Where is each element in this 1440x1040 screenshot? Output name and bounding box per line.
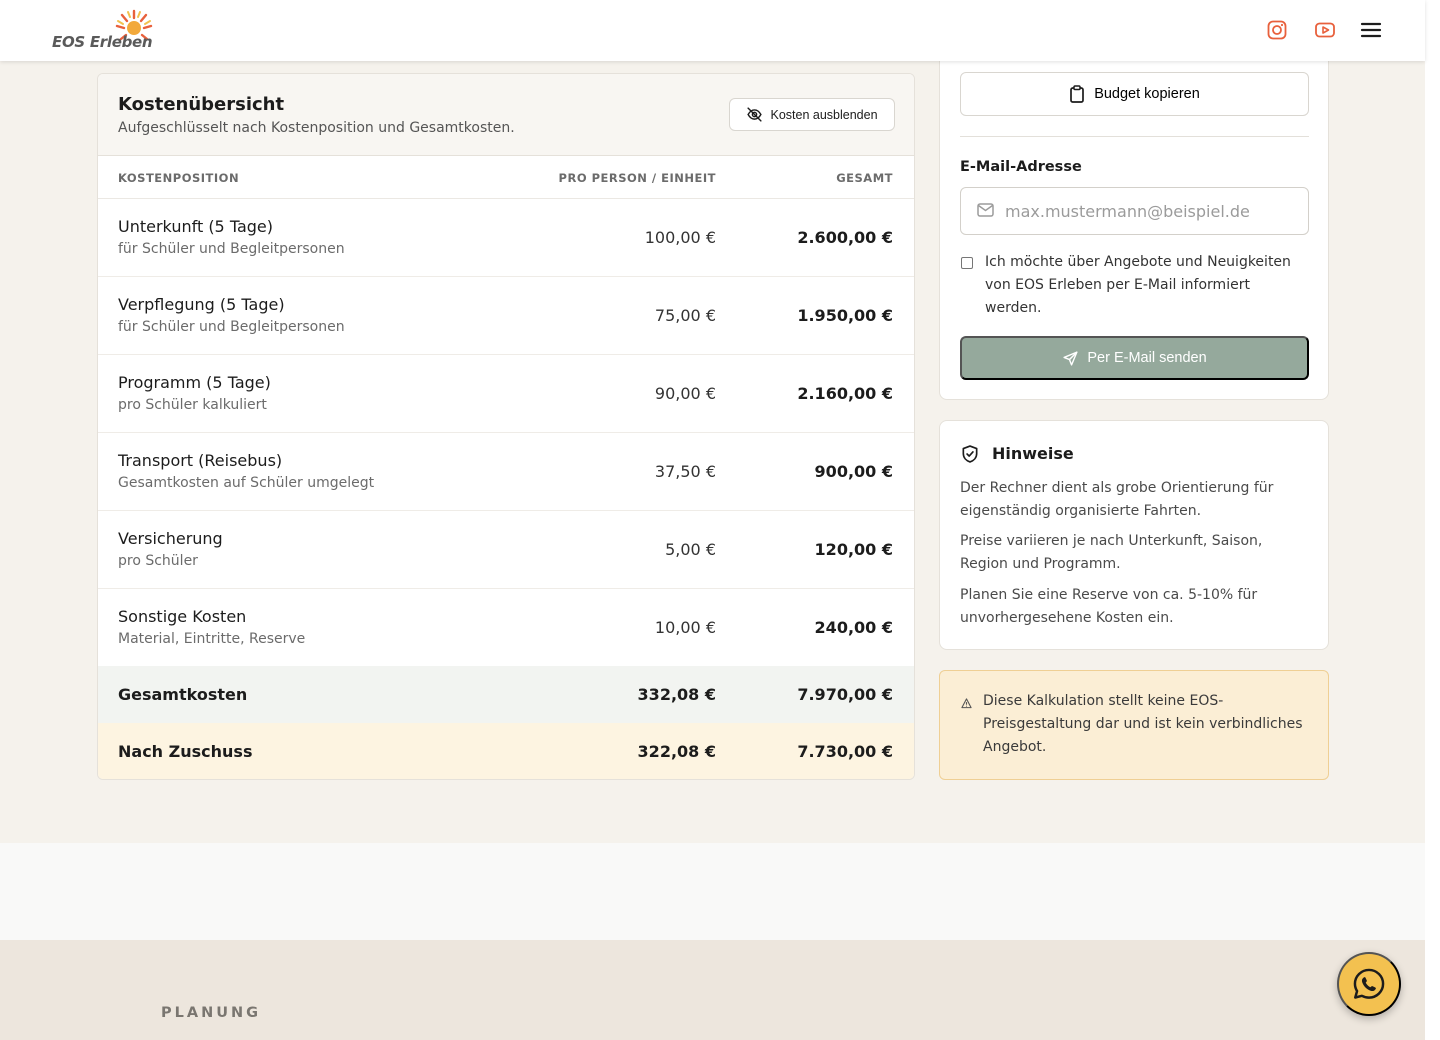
row-total: 120,00 € <box>814 540 893 559</box>
row-description: pro Schüler kalkuliert <box>118 397 267 413</box>
cost-overview-card: Kostenübersicht Aufgeschlüsselt nach Kos… <box>97 73 915 780</box>
row-description: für Schüler und Begleitpersonen <box>118 319 345 335</box>
row-per-person: 10,00 € <box>654 618 716 637</box>
row-description: für Schüler und Begleitpersonen <box>118 241 345 257</box>
after-subsidy-row: Nach Zuschuss 322,08 € 7.730,00 € <box>98 723 914 779</box>
row-total: 240,00 € <box>814 618 893 637</box>
instagram-icon[interactable] <box>1266 19 1288 41</box>
copy-budget-button[interactable]: Budget kopieren <box>960 72 1309 116</box>
hints-title: Hinweise <box>992 444 1074 463</box>
hide-costs-button[interactable]: Kosten ausblenden <box>729 98 895 131</box>
total-costs-label: Gesamtkosten <box>118 685 248 704</box>
top-navigation: EOS Erleben <box>0 0 1425 61</box>
column-header-per-person: PRO PERSON / EINHEIT <box>558 171 716 185</box>
email-label: E-Mail-Adresse <box>960 159 1082 175</box>
row-per-person: 90,00 € <box>654 384 716 403</box>
table-row: Sonstige Kosten Material, Eintritte, Res… <box>98 589 914 667</box>
disclaimer-text: Diese Kalkulation stellt keine EOS-Preis… <box>983 693 1303 755</box>
hints-card: Hinweise Der Rechner dient als grobe Ori… <box>939 420 1329 650</box>
whatsapp-button[interactable] <box>1337 952 1401 1016</box>
cost-subtitle: Aufgeschlüsselt nach Kostenposition und … <box>118 120 515 136</box>
after-subsidy-label: Nach Zuschuss <box>118 742 253 761</box>
row-description: Gesamtkosten auf Schüler umgelegt <box>118 475 375 491</box>
consent-label: Ich möchte über Angebote und Neuigkeiten… <box>985 254 1291 316</box>
email-input[interactable] <box>1005 188 1300 234</box>
row-total: 1.950,00 € <box>797 306 893 325</box>
mail-icon <box>977 203 994 217</box>
planning-section <box>0 940 1425 1040</box>
table-row: Verpflegung (5 Tage) für Schüler und Beg… <box>98 277 914 355</box>
send-email-label: Per E-Mail senden <box>1087 350 1207 366</box>
total-costs-per-person: 332,08 € <box>637 685 716 704</box>
hint-paragraph: Planen Sie eine Reserve von ca. 5-10% fü… <box>960 587 1258 626</box>
send-icon <box>1063 350 1078 366</box>
hint-paragraph: Der Rechner dient als grobe Orientierung… <box>960 480 1274 519</box>
row-per-person: 75,00 € <box>654 306 716 325</box>
scrollbar[interactable] <box>1425 0 1440 1040</box>
total-costs-row: Gesamtkosten 332,08 € 7.970,00 € <box>98 666 914 723</box>
hide-costs-label: Kosten ausblenden <box>770 107 878 122</box>
row-name: Verpflegung (5 Tage) <box>118 295 285 314</box>
copy-budget-label: Budget kopieren <box>1094 86 1200 102</box>
eye-off-icon <box>747 107 763 122</box>
table-row: Versicherung pro Schüler 5,00 € 120,00 € <box>98 511 914 589</box>
table-header: KOSTENPOSITION PRO PERSON / EINHEIT GESA… <box>98 156 914 199</box>
total-costs-total: 7.970,00 € <box>797 685 893 704</box>
whatsapp-icon <box>1353 968 1385 999</box>
share-budget-card: Budget kopieren E-Mail-Adresse Ich möcht… <box>939 40 1329 400</box>
row-description: pro Schüler <box>118 553 198 569</box>
logo-text: EOS Erleben <box>52 33 153 51</box>
column-header-position: KOSTENPOSITION <box>118 171 240 185</box>
disclaimer-card: Diese Kalkulation stellt keine EOS-Preis… <box>939 670 1329 780</box>
row-name: Unterkunft (5 Tage) <box>118 217 273 236</box>
divider <box>960 136 1309 137</box>
youtube-icon[interactable] <box>1314 19 1336 41</box>
table-row: Transport (Reisebus) Gesamtkosten auf Sc… <box>98 433 914 511</box>
cost-title: Kostenübersicht <box>118 94 285 115</box>
table-row: Unterkunft (5 Tage) für Schüler und Begl… <box>98 199 914 277</box>
hint-paragraph: Preise variieren je nach Unterkunft, Sai… <box>960 533 1263 572</box>
row-total: 2.600,00 € <box>797 228 893 247</box>
site-logo[interactable]: EOS Erleben <box>50 8 165 54</box>
row-name: Versicherung <box>118 529 223 548</box>
row-per-person: 37,50 € <box>654 462 716 481</box>
section-spacer <box>0 843 1425 940</box>
consent-checkbox[interactable] <box>961 257 973 269</box>
row-name: Programm (5 Tage) <box>118 373 271 392</box>
email-field[interactable] <box>960 187 1309 235</box>
menu-icon[interactable] <box>1360 19 1382 41</box>
row-description: Material, Eintritte, Reserve <box>118 631 306 647</box>
after-subsidy-total: 7.730,00 € <box>797 742 893 761</box>
row-per-person: 5,00 € <box>665 540 716 559</box>
row-total: 900,00 € <box>814 462 893 481</box>
row-name: Transport (Reisebus) <box>118 451 283 470</box>
table-row: Programm (5 Tage) pro Schüler kalkuliert… <box>98 355 914 433</box>
clipboard-icon <box>1070 85 1085 103</box>
cost-card-header: Kostenübersicht Aufgeschlüsselt nach Kos… <box>98 74 914 156</box>
column-header-total: GESAMT <box>836 171 893 185</box>
after-subsidy-per-person: 322,08 € <box>637 742 716 761</box>
row-name: Sonstige Kosten <box>118 607 247 626</box>
send-email-button[interactable]: Per E-Mail senden <box>960 336 1309 380</box>
row-total: 2.160,00 € <box>797 384 893 403</box>
row-per-person: 100,00 € <box>644 228 716 247</box>
warning-icon <box>961 698 972 709</box>
shield-check-icon <box>962 445 978 463</box>
section-eyebrow: PLANUNG <box>161 1005 262 1021</box>
